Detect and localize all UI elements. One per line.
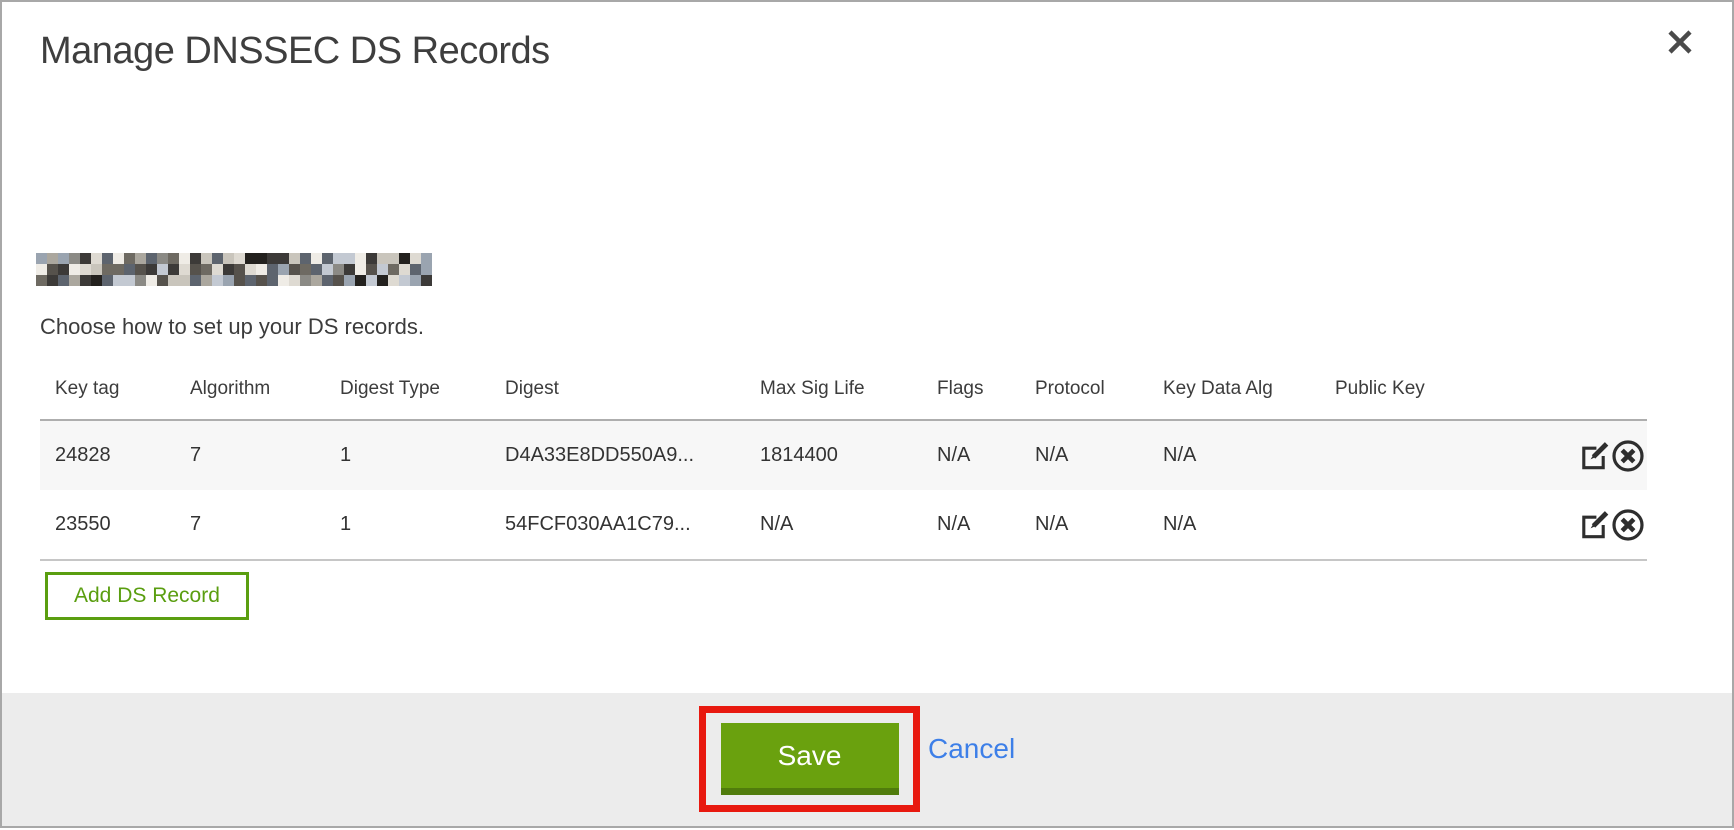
table-cell: 7 bbox=[175, 490, 325, 560]
table-row: 235507154FCF030AA1C79...N/AN/AN/AN/A bbox=[40, 490, 1647, 560]
column-header: Digest Type bbox=[325, 364, 490, 420]
ds-records-table: Key tagAlgorithmDigest TypeDigestMax Sig… bbox=[40, 364, 1647, 561]
table-cell: 24828 bbox=[40, 420, 175, 490]
column-header: Algorithm bbox=[175, 364, 325, 420]
instruction-text: Choose how to set up your DS records. bbox=[40, 314, 424, 340]
edit-pencil-icon bbox=[1577, 530, 1610, 545]
table-cell: N/A bbox=[922, 490, 1020, 560]
dnssec-modal: Manage DNSSEC DS Records Choose how to s… bbox=[0, 0, 1734, 828]
table-cell: 54FCF030AA1C79... bbox=[490, 490, 745, 560]
edit-record-button[interactable] bbox=[1577, 439, 1610, 473]
table-cell: 7 bbox=[175, 420, 325, 490]
close-icon bbox=[1664, 46, 1696, 61]
table-cell bbox=[1320, 420, 1510, 490]
page-title: Manage DNSSEC DS Records bbox=[40, 30, 550, 73]
table-cell: 1814400 bbox=[745, 420, 922, 490]
modal-footer: Save Cancel bbox=[2, 693, 1732, 826]
table-cell: 23550 bbox=[40, 490, 175, 560]
table-cell: N/A bbox=[1148, 420, 1320, 490]
table-header-row: Key tagAlgorithmDigest TypeDigestMax Sig… bbox=[40, 364, 1647, 420]
row-actions bbox=[1510, 490, 1647, 560]
column-header: Digest bbox=[490, 364, 745, 420]
column-header: Protocol bbox=[1020, 364, 1148, 420]
table-cell: D4A33E8DD550A9... bbox=[490, 420, 745, 490]
column-header: Flags bbox=[922, 364, 1020, 420]
cancel-link[interactable]: Cancel bbox=[928, 733, 1015, 765]
column-header-actions bbox=[1510, 364, 1647, 420]
column-header: Key tag bbox=[40, 364, 175, 420]
close-button[interactable] bbox=[1662, 24, 1698, 60]
table-cell: N/A bbox=[745, 490, 922, 560]
save-button-highlight-annotation: Save bbox=[699, 706, 920, 812]
row-actions bbox=[1510, 420, 1647, 490]
add-ds-record-button[interactable]: Add DS Record bbox=[45, 572, 249, 620]
save-button[interactable]: Save bbox=[721, 723, 899, 795]
table-cell bbox=[1320, 490, 1510, 560]
table-cell: N/A bbox=[1020, 490, 1148, 560]
table-cell: N/A bbox=[1148, 490, 1320, 560]
delete-circle-x-icon bbox=[1610, 531, 1646, 546]
domain-name-redacted bbox=[36, 253, 432, 286]
column-header: Key Data Alg bbox=[1148, 364, 1320, 420]
table-cell: N/A bbox=[922, 420, 1020, 490]
delete-record-button[interactable] bbox=[1610, 507, 1646, 543]
table-row: 2482871D4A33E8DD550A9...1814400N/AN/AN/A bbox=[40, 420, 1647, 490]
delete-record-button[interactable] bbox=[1610, 438, 1646, 474]
table-cell: N/A bbox=[1020, 420, 1148, 490]
delete-circle-x-icon bbox=[1610, 462, 1646, 477]
table-cell: 1 bbox=[325, 420, 490, 490]
edit-record-button[interactable] bbox=[1577, 508, 1610, 542]
column-header: Max Sig Life bbox=[745, 364, 922, 420]
edit-pencil-icon bbox=[1577, 461, 1610, 476]
column-header: Public Key bbox=[1320, 364, 1510, 420]
table-cell: 1 bbox=[325, 490, 490, 560]
